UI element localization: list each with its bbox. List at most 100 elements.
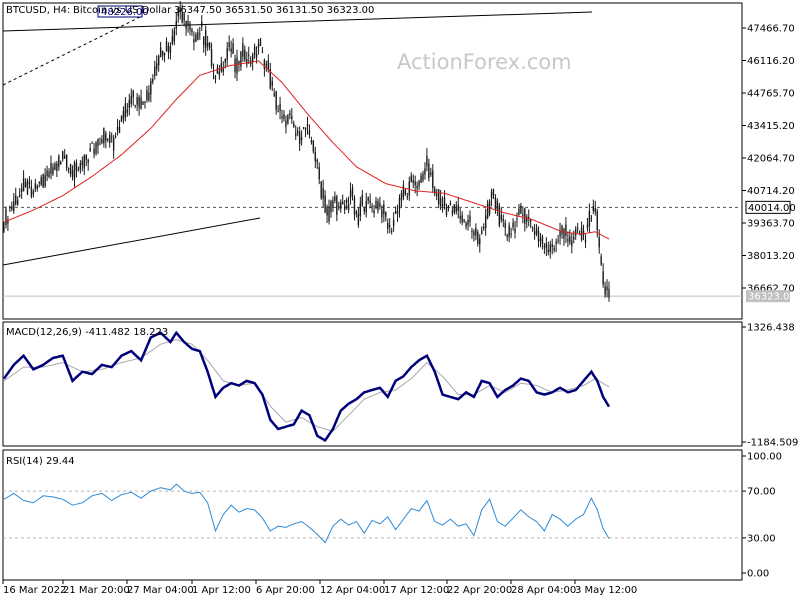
candle-body	[479, 238, 481, 245]
candle-body	[224, 59, 226, 63]
candle-body	[394, 211, 397, 214]
candle-body	[291, 116, 293, 120]
candle-body	[314, 151, 317, 162]
candle-body	[510, 233, 512, 235]
rsi-title: RSI(14) 29.44	[6, 456, 75, 467]
macd-title: MACD(12,26,9) -411.482 18.223	[6, 327, 168, 338]
candle-body	[328, 206, 330, 222]
candle-body	[97, 138, 99, 147]
candle-body	[432, 170, 434, 189]
macd-pane-frame	[2, 321, 743, 447]
candle-body	[310, 140, 313, 143]
candle-body	[65, 154, 68, 168]
chart-canvas: ActionForex.com 47466.70 46116.20 44765.70…	[2, 1, 798, 596]
candle-body	[54, 163, 56, 171]
candle-body	[342, 201, 344, 205]
candle-body	[165, 41, 168, 51]
candle-body	[496, 200, 499, 210]
candle-body	[588, 210, 591, 227]
price-pane: 47466.70 46116.20 44765.70 43415.20 42064.70…	[2, 1, 796, 320]
candle-body	[465, 223, 467, 227]
candle-body	[312, 140, 315, 152]
price-tick-label: 39363.70	[747, 219, 795, 230]
candle-body	[248, 54, 250, 56]
macd-tick-label: 1326.438	[747, 323, 795, 334]
candle-body	[171, 36, 174, 44]
candle-body	[428, 163, 430, 179]
candle-body	[336, 196, 338, 215]
level-price-label: 40014.00	[748, 203, 796, 214]
x-tick-label: 12 Apr 04:00	[320, 585, 385, 596]
candle-body	[296, 131, 299, 134]
candle-body	[594, 208, 596, 212]
candle-body	[484, 215, 487, 229]
candle-body	[355, 211, 358, 215]
candle-body	[526, 216, 528, 222]
candle-body	[69, 164, 72, 175]
candle-body	[152, 79, 154, 83]
candle-body	[85, 154, 87, 160]
candle-body	[63, 155, 66, 159]
candle-body	[62, 151, 64, 160]
candle-body	[361, 194, 364, 205]
candle-body	[437, 189, 440, 205]
candle-body	[265, 64, 268, 66]
candle-body	[169, 46, 172, 53]
candle-body	[424, 168, 426, 175]
candle-body	[206, 42, 209, 47]
candle-body	[226, 48, 228, 60]
candle-body	[220, 63, 223, 72]
candle-body	[492, 189, 495, 196]
candle-body	[561, 225, 563, 235]
candle-body	[30, 186, 33, 197]
x-tick-label: 6 Apr 20:00	[256, 585, 315, 596]
candle-body	[543, 245, 546, 248]
candle-body	[383, 204, 385, 215]
candle-body	[91, 142, 93, 144]
price-tick-label: 38013.20	[747, 251, 795, 262]
candle-body	[44, 174, 46, 187]
candle-body	[469, 215, 471, 223]
candle-body	[140, 97, 142, 109]
candle-body	[398, 197, 401, 210]
rsi-tick-label: 0.00	[747, 569, 769, 580]
ohlc-readout: 36347.50 36531.50 36131.50 36323.00	[174, 5, 374, 16]
candle-body	[551, 243, 553, 247]
x-tick-label: 1 Apr 12:00	[192, 585, 251, 596]
candle-body	[400, 193, 403, 201]
candle-body	[52, 167, 54, 175]
candle-body	[573, 237, 575, 240]
candle-body	[34, 183, 37, 190]
candle-body	[110, 136, 113, 138]
candle-body	[81, 160, 84, 166]
trendline-dashed	[2, 15, 143, 86]
candle-body	[130, 96, 132, 105]
candle-body	[38, 182, 40, 184]
candle-body	[389, 225, 391, 227]
candle-body	[295, 133, 297, 136]
candle-body	[40, 177, 42, 185]
candle-body	[604, 286, 606, 295]
candle-body	[83, 155, 85, 169]
candle-body	[482, 227, 485, 229]
candle-body	[293, 123, 295, 127]
candle-body	[459, 215, 461, 220]
candle-body	[387, 222, 389, 229]
x-axis: 16 Mar 202221 Mar 20:0027 Mar 04:001 Apr…	[2, 580, 637, 596]
candle-body	[504, 222, 506, 229]
candle-body	[156, 63, 158, 70]
candle-body	[343, 205, 346, 210]
candle-body	[136, 97, 138, 105]
candle-body	[124, 103, 127, 118]
candle-body	[404, 190, 407, 195]
candle-body	[203, 36, 205, 46]
x-tick-label: 27 Mar 04:00	[127, 585, 194, 596]
candle-body	[537, 231, 540, 242]
candle-body	[271, 81, 273, 86]
candle-body	[234, 58, 236, 73]
candle-body	[58, 155, 60, 168]
candle-body	[167, 46, 170, 53]
candle-body	[185, 20, 187, 29]
candle-body	[351, 187, 354, 196]
candle-body	[434, 188, 436, 194]
